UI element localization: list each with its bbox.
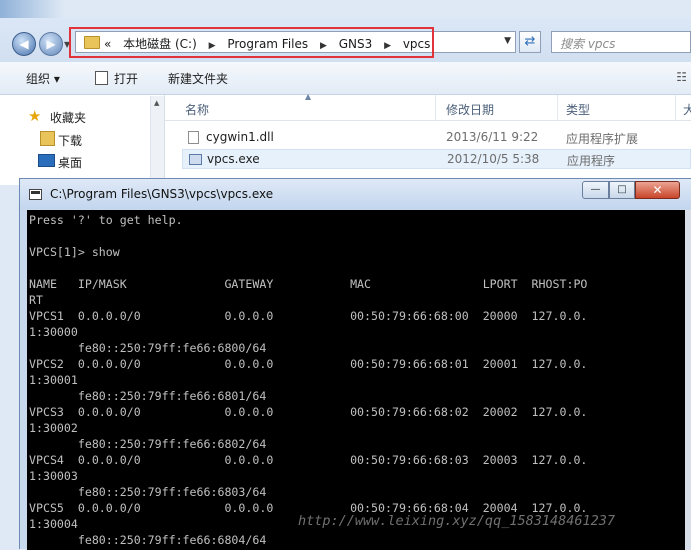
search-input[interactable]: 搜索 vpcs [551,31,691,53]
file-type: 应用程序扩展 [566,132,639,146]
breadcrumb-item-program-files[interactable]: Program Files [227,37,308,51]
refresh-button[interactable]: ⇄ [519,31,541,53]
nav-item-downloads[interactable]: 下载 [58,132,82,149]
exe-file-icon [189,154,202,165]
open-icon [95,71,108,85]
chevron-down-icon[interactable]: ▼ [504,36,511,46]
chevron-right-icon[interactable]: ▶ [320,41,327,51]
breadcrumb-item-drive[interactable]: 本地磁盘 (C:) [123,37,197,51]
file-row[interactable]: cygwin1.dll 2013/6/11 9:22 应用程序扩展 [182,128,691,148]
nav-pane-scrollbar[interactable]: ▲ [150,96,164,186]
address-bar[interactable]: « 本地磁盘 (C:) ▶ Program Files ▶ GNS3 ▶ vpc… [75,31,516,53]
organize-button[interactable]: 组织 ▾ [26,70,60,87]
file-name: cygwin1.dll [206,130,274,144]
chevron-right-icon[interactable]: ▶ [384,41,391,51]
console-title-bar[interactable]: C:\Program Files\GNS3\vpcs\vpcs.exe — □ … [20,179,691,209]
close-button[interactable]: ✕ [635,181,680,199]
downloads-icon [40,131,55,146]
column-date[interactable]: 修改日期 [446,101,494,118]
minimize-button[interactable]: — [582,181,609,199]
view-options-icon[interactable]: ☷ [676,70,687,84]
file-date: 2012/10/5 5:38 [447,152,540,166]
sort-arrow-icon: ▲ [305,92,312,101]
star-icon: ★ [28,107,42,125]
new-folder-button[interactable]: 新建文件夹 [168,70,228,87]
file-name: vpcs.exe [207,152,260,166]
open-label: 打开 [114,72,139,86]
folder-icon [84,36,100,49]
console-icon [29,189,42,200]
breadcrumb-overflow[interactable]: « [104,37,111,51]
file-list: ▲ 名称 修改日期 类型 大 cygwin1.dll 2013/6/11 9:2… [165,92,691,185]
recent-pages-dropdown-icon[interactable]: ▼ [64,40,70,49]
maximize-button[interactable]: □ [609,181,635,199]
dll-file-icon [188,131,199,144]
column-divider[interactable] [675,95,676,120]
breadcrumb: « 本地磁盘 (C:) ▶ Program Files ▶ GNS3 ▶ vpc… [104,35,438,52]
command-bar: 组织 ▾ 打开 新建文件夹 ☷ [0,62,691,95]
scroll-up-icon[interactable]: ▲ [154,99,159,107]
breadcrumb-item-gns3[interactable]: GNS3 [339,37,373,51]
open-button[interactable]: 打开 [95,70,138,87]
column-header: ▲ 名称 修改日期 类型 大 [165,92,691,121]
search-placeholder: 搜索 vpcs [560,37,616,51]
back-button[interactable]: ◀ [12,32,36,56]
file-type: 应用程序 [567,154,616,168]
desktop-icon [38,154,55,167]
column-size[interactable]: 大 [683,101,691,118]
column-type[interactable]: 类型 [566,101,590,118]
column-divider[interactable] [435,95,436,120]
console-scrollbar[interactable] [685,210,691,550]
watermark-text: http://www.leixing.xyz/qq_1583148461237 [298,513,615,529]
console-screen[interactable]: Press '?' to get help. VPCS[1]> show NAM… [27,210,685,550]
file-row[interactable]: vpcs.exe 2012/10/5 5:38 应用程序 [182,149,691,169]
console-output: Press '?' to get help. VPCS[1]> show NAM… [29,213,588,547]
file-date: 2013/6/11 9:22 [446,130,539,144]
nav-item-desktop[interactable]: 桌面 [58,154,82,171]
column-divider[interactable] [557,95,558,120]
console-title: C:\Program Files\GNS3\vpcs\vpcs.exe [50,187,274,201]
breadcrumb-item-vpcs[interactable]: vpcs [403,37,431,51]
chevron-right-icon[interactable]: ▶ [209,41,216,51]
forward-button[interactable]: ▶ [39,32,63,56]
column-name[interactable]: 名称 [185,101,209,118]
console-window: C:\Program Files\GNS3\vpcs\vpcs.exe — □ … [19,178,691,550]
nav-item-favorites[interactable]: 收藏夹 [50,109,86,126]
